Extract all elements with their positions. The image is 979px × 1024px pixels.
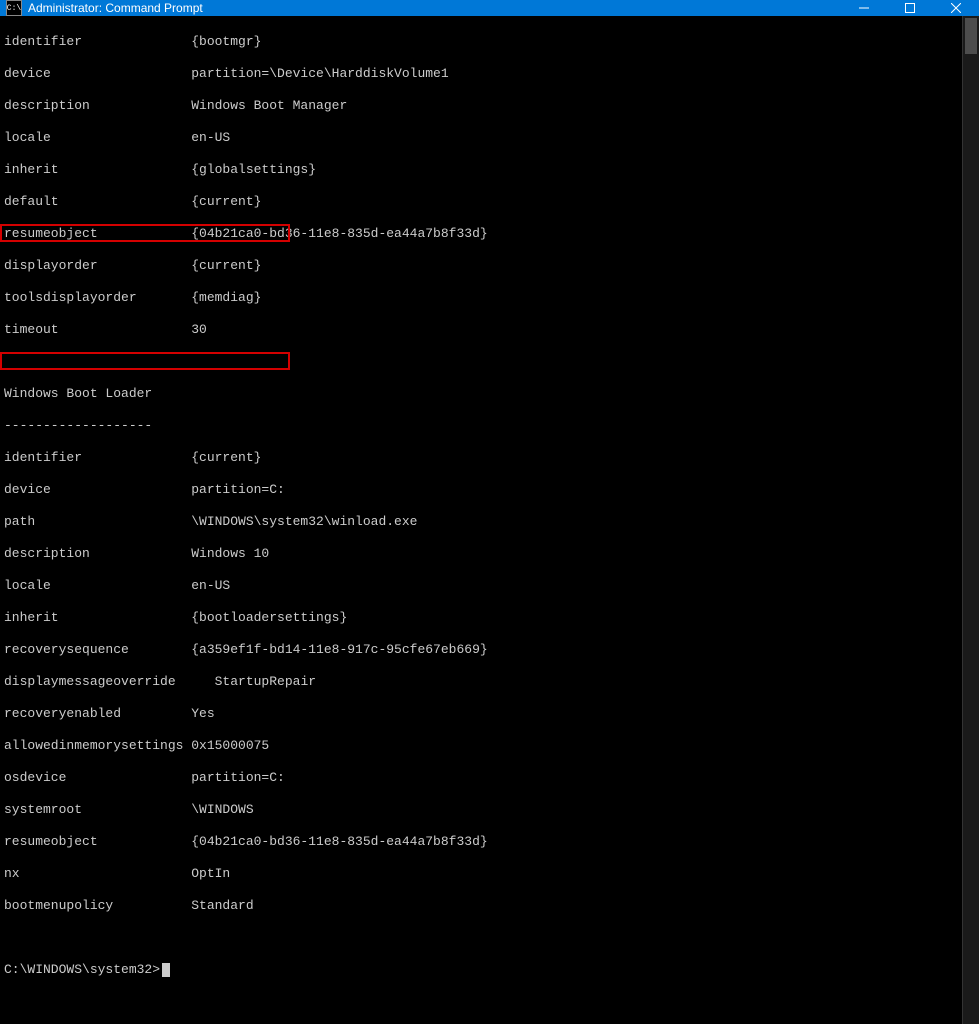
blank-line (4, 930, 958, 946)
output-line: descriptionWindows Boot Manager (4, 98, 958, 114)
terminal-output[interactable]: identifier{bootmgr} devicepartition=\Dev… (0, 16, 962, 1024)
field-value: 30 (191, 322, 207, 337)
field-value: Windows Boot Manager (191, 98, 347, 113)
field-label: timeout (4, 322, 191, 338)
command-prompt-window: C:\ Administrator: Command Prompt identi… (0, 0, 979, 512)
output-line: toolsdisplayorder{memdiag} (4, 290, 958, 306)
field-label: displayorder (4, 258, 191, 274)
field-label: inherit (4, 162, 191, 178)
cursor (162, 963, 170, 977)
field-label: resumeobject (4, 226, 191, 242)
output-line: devicepartition=C: (4, 482, 958, 498)
field-label: description (4, 546, 191, 562)
field-label: displaymessageoverride (4, 674, 215, 690)
output-line: path\WINDOWS\system32\winload.exe (4, 514, 958, 530)
cmd-icon: C:\ (6, 0, 22, 16)
field-value: Windows 10 (191, 546, 269, 561)
output-line: osdevicepartition=C: (4, 770, 958, 786)
field-label: allowedinmemorysettings (4, 738, 191, 754)
field-label: recoverysequence (4, 642, 191, 658)
field-value: {current} (191, 194, 261, 209)
section-divider: ------------------- (4, 418, 958, 434)
prompt-text: C:\WINDOWS\system32> (4, 962, 160, 978)
field-label: inherit (4, 610, 191, 626)
field-value: {bootmgr} (191, 34, 261, 49)
output-line: systemroot\WINDOWS (4, 802, 958, 818)
output-line: localeen-US (4, 578, 958, 594)
output-line: recoverysequence{a359ef1f-bd14-11e8-917c… (4, 642, 958, 658)
field-label: identifier (4, 450, 191, 466)
field-value: 0x15000075 (191, 738, 269, 753)
field-value: en-US (191, 130, 230, 145)
field-value: OptIn (191, 866, 230, 881)
output-line: identifier{current} (4, 450, 958, 466)
output-line: bootmenupolicyStandard (4, 898, 958, 914)
output-line: descriptionWindows 10 (4, 546, 958, 562)
field-value: {04b21ca0-bd36-11e8-835d-ea44a7b8f33d} (191, 834, 487, 849)
output-line: displaymessageoverrideStartupRepair (4, 674, 958, 690)
field-label: identifier (4, 34, 191, 50)
blank-line (4, 354, 958, 370)
field-value: \WINDOWS\system32\winload.exe (191, 514, 417, 529)
maximize-button[interactable] (887, 0, 933, 16)
field-value: Standard (191, 898, 253, 913)
window-controls (841, 0, 979, 16)
field-value: {memdiag} (191, 290, 261, 305)
close-button[interactable] (933, 0, 979, 16)
field-value: StartupRepair (215, 674, 316, 689)
output-line: inherit{bootloadersettings} (4, 610, 958, 626)
output-line: localeen-US (4, 130, 958, 146)
vertical-scrollbar[interactable] (962, 16, 979, 1024)
prompt-line[interactable]: C:\WINDOWS\system32> (4, 962, 958, 978)
field-label: nx (4, 866, 191, 882)
output-line: devicepartition=\Device\HarddiskVolume1 (4, 66, 958, 82)
field-label: description (4, 98, 191, 114)
output-line: nxOptIn (4, 866, 958, 882)
field-label: toolsdisplayorder (4, 290, 191, 306)
field-label: resumeobject (4, 834, 191, 850)
output-line: recoveryenabledYes (4, 706, 958, 722)
field-value: {a359ef1f-bd14-11e8-917c-95cfe67eb669} (191, 642, 487, 657)
field-label: locale (4, 130, 191, 146)
field-value: {current} (191, 450, 261, 465)
field-value: Yes (191, 706, 214, 721)
output-line: inherit{globalsettings} (4, 162, 958, 178)
field-value: {globalsettings} (191, 162, 316, 177)
field-label: device (4, 66, 191, 82)
field-value: {bootloadersettings} (191, 610, 347, 625)
field-label: bootmenupolicy (4, 898, 191, 914)
field-label: default (4, 194, 191, 210)
field-value: {04b21ca0-bd36-11e8-835d-ea44a7b8f33d} (191, 226, 487, 241)
output-line: timeout30 (4, 322, 958, 338)
field-value: partition=C: (191, 770, 285, 785)
field-label: device (4, 482, 191, 498)
field-label: osdevice (4, 770, 191, 786)
output-line: allowedinmemorysettings0x15000075 (4, 738, 958, 754)
output-line: resumeobject{04b21ca0-bd36-11e8-835d-ea4… (4, 834, 958, 850)
output-line: resumeobject{04b21ca0-bd36-11e8-835d-ea4… (4, 226, 958, 242)
window-title: Administrator: Command Prompt (28, 1, 841, 15)
content-area: identifier{bootmgr} devicepartition=\Dev… (0, 16, 979, 1024)
minimize-button[interactable] (841, 0, 887, 16)
section-header: Windows Boot Loader (4, 386, 958, 402)
field-value: \WINDOWS (191, 802, 253, 817)
field-value: partition=C: (191, 482, 285, 497)
field-value: partition=\Device\HarddiskVolume1 (191, 66, 448, 81)
titlebar[interactable]: C:\ Administrator: Command Prompt (0, 0, 979, 16)
field-value: en-US (191, 578, 230, 593)
output-line: displayorder{current} (4, 258, 958, 274)
scrollbar-thumb[interactable] (965, 18, 977, 54)
output-line: identifier{bootmgr} (4, 34, 958, 50)
field-label: systemroot (4, 802, 191, 818)
output-line: default{current} (4, 194, 958, 210)
field-label: path (4, 514, 191, 530)
field-value: {current} (191, 258, 261, 273)
field-label: locale (4, 578, 191, 594)
field-label: recoveryenabled (4, 706, 191, 722)
